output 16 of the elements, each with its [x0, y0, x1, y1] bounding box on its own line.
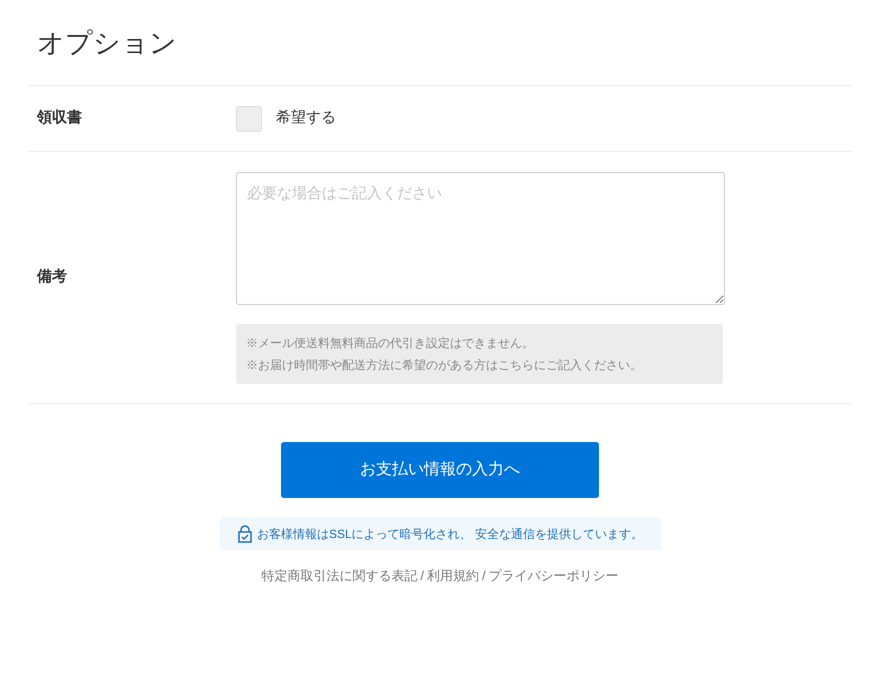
checkbox[interactable] — [236, 106, 262, 132]
notice-text: ※メール便送料無料商品の代引き設定はできません。 — [246, 334, 535, 352]
separator: / — [482, 567, 486, 585]
footer-link[interactable]: 利用規約 — [427, 566, 479, 586]
lock-icon — [236, 524, 253, 542]
notice-text: ※お届け時間帯や配送方法に希望のがある方はこちらにご記入ください。 — [246, 356, 643, 374]
footer-link[interactable]: プライバシーポリシー — [488, 566, 619, 586]
footer-link[interactable]: 特定商取引法に関する表記 — [261, 566, 418, 586]
ssl-notice: お客様情報はSSLによって暗号化され、 安全な通信を提供しています。 — [256, 526, 643, 542]
payment-button[interactable]: お支払い情報の入力へ — [281, 442, 599, 498]
field-label: 備考 — [37, 267, 68, 288]
remarks-field[interactable]: 必要な場合はご記入ください — [236, 172, 725, 304]
checkbox-label[interactable]: 希望する — [276, 107, 336, 130]
field-label: 領収書 — [37, 108, 83, 128]
section-title: オプション — [36, 27, 178, 60]
separator: / — [420, 567, 424, 585]
